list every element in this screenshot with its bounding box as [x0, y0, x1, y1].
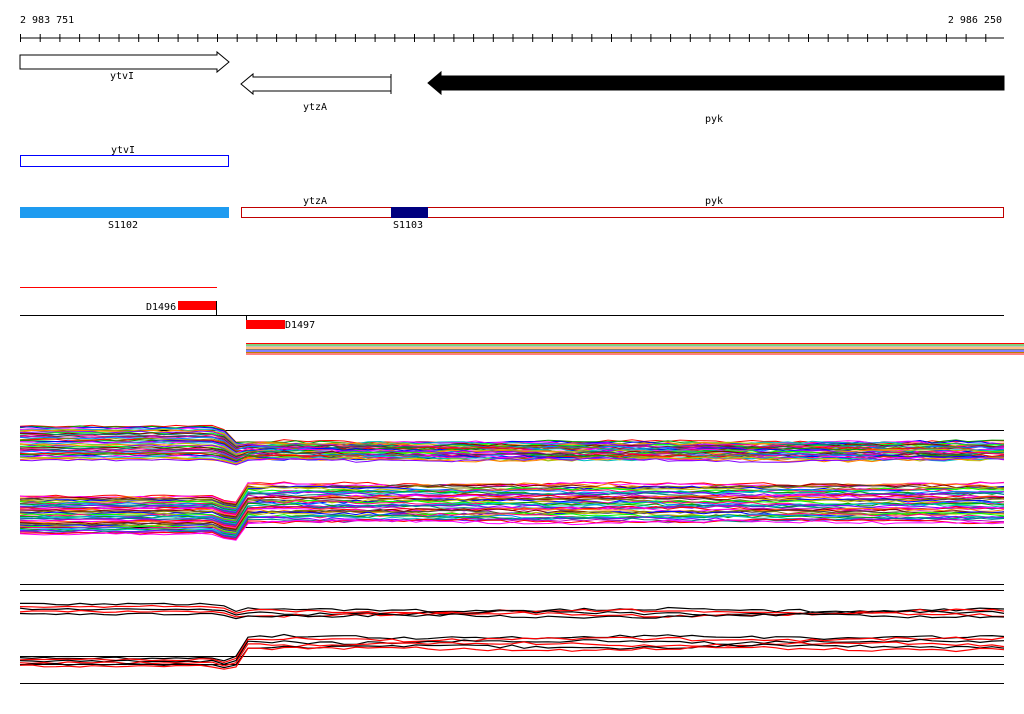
profile-line: [19, 612, 1005, 620]
gene-arrow-pyk[interactable]: [427, 70, 1005, 96]
ruler-end-label: 2 986 250: [948, 15, 1002, 26]
annotation-track: ytvI ytzA pyk S1102 S1103: [20, 145, 1004, 231]
segment-S1102[interactable]: [20, 207, 229, 218]
feature-D1496[interactable]: [178, 301, 217, 310]
gene-label-pyk: pyk: [705, 114, 723, 125]
feature-label-D1496: D1496: [146, 302, 176, 313]
box-label-pyk: pyk: [705, 196, 723, 207]
gene-label-ytvI: ytvI: [110, 71, 134, 82]
expression-profile-panel-2: [19, 584, 1005, 684]
annotation-box-ytzA-pyk[interactable]: [241, 207, 1004, 218]
expression-profile-panel-1: [19, 424, 1005, 541]
segment-label-S1103: S1103: [393, 220, 423, 231]
feature-track: D1496 D1497: [20, 287, 1004, 331]
coverage-lines: [246, 343, 1024, 355]
segment-S1103[interactable]: [391, 207, 428, 218]
gene-arrow-ytzA[interactable]: [240, 72, 392, 96]
coordinate-ruler: 2 983 751 2 986 250: [20, 15, 1004, 42]
ruler-start-label: 2 983 751: [20, 15, 74, 26]
gene-label-ytzA: ytzA: [303, 102, 327, 113]
gene-track: ytvI ytzA pyk: [19, 50, 1005, 125]
gene-arrow-ytvI[interactable]: [19, 50, 230, 74]
feature-D1497[interactable]: [246, 320, 285, 329]
annotation-box-ytvI[interactable]: [20, 155, 229, 167]
segment-label-S1102: S1102: [108, 220, 138, 231]
box-label-ytzA: ytzA: [303, 196, 327, 207]
feature-label-D1497: D1497: [285, 320, 315, 331]
box-label-ytvI: ytvI: [111, 145, 135, 156]
genome-browser-canvas: 2 983 751 2 986 250 ytvI ytzA pyk ytvI y…: [19, 15, 1024, 684]
